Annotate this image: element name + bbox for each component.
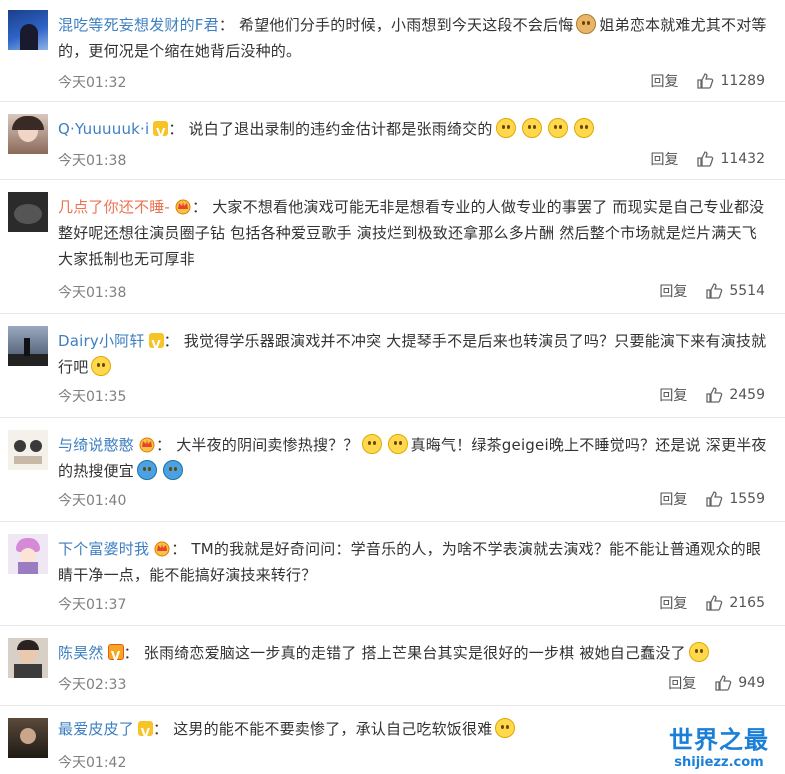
comment-time: 今天01:37 (58, 597, 127, 613)
comment-time: 今天01:38 (58, 153, 127, 169)
reply-button[interactable]: 回复 (659, 385, 687, 405)
avatar[interactable] (8, 430, 48, 470)
thinking-emoji-icon (91, 356, 112, 376)
verified-badge-icon (148, 332, 164, 358)
avatar[interactable] (8, 10, 48, 50)
thumbs-up-icon (697, 73, 714, 89)
thinking-emoji-icon (521, 118, 542, 138)
crown-badge-icon (154, 541, 170, 557)
comment-text: 几点了你还不睡-： 大家不想看他演戏可能无非是想看专业的人做专业的事罢了 而现实… (58, 198, 765, 268)
like-count: 11289 (720, 73, 765, 89)
like-count: 5514 (729, 283, 765, 299)
watermark-logo: 世界之最 shijiezz.com (659, 720, 779, 770)
like-button[interactable]: 949 (714, 674, 765, 692)
comment-actions: 回复 11432 (650, 149, 765, 169)
username-link[interactable]: 最爱皮皮了 (58, 720, 134, 738)
comment-text: 下个富婆时我： TM的我就是好奇问问：学音乐的人，为啥不学表演就去演戏？能不能让… (58, 540, 762, 584)
reply-button[interactable]: 回复 (650, 149, 678, 169)
thumbs-up-icon (697, 151, 714, 167)
thumbs-up-icon (706, 595, 723, 611)
comment-time: 今天01:35 (58, 389, 127, 405)
username-link[interactable]: Dairy小阿轩 (58, 332, 145, 350)
dog-emoji-icon (576, 14, 597, 34)
comment-actions: 回复 949 (668, 673, 765, 693)
verified-badge-icon (153, 120, 169, 146)
avatar[interactable] (8, 718, 48, 758)
comment-actions: 回复 2165 (659, 593, 765, 613)
thinking-emoji-icon (573, 118, 594, 138)
like-count: 949 (738, 675, 765, 691)
thinking-emoji-icon (361, 434, 382, 454)
username-link[interactable]: 与绮说憨憨 (58, 436, 134, 454)
watermark-url: shijiezz.com (674, 755, 764, 770)
avatar[interactable] (8, 114, 48, 154)
like-button[interactable]: 5514 (705, 282, 765, 300)
comment-actions: 回复 5514 (659, 281, 765, 301)
crying-emoji-icon (688, 642, 709, 662)
comment-time: 今天02:33 (58, 677, 127, 693)
watermark-title: 世界之最 (669, 726, 769, 754)
verified-badge-icon (138, 720, 154, 746)
username-link[interactable]: Q·Yuuuuuk·i (58, 120, 149, 138)
reply-button[interactable]: 回复 (650, 71, 678, 91)
like-button[interactable]: 2459 (705, 386, 765, 404)
comment-text: 陈昊然： 张雨绮恋爱脑这一步真的走错了 搭上芒果台其实是很好的一步棋 被她自己蠢… (58, 640, 775, 669)
username-link[interactable]: 下个富婆时我 (58, 540, 149, 558)
like-button[interactable]: 1559 (705, 490, 765, 508)
like-count: 2459 (729, 387, 765, 403)
comment-actions: 回复 1559 (659, 489, 765, 509)
thinking-emoji-icon (547, 118, 568, 138)
crown-badge-icon (139, 437, 155, 453)
comment-text: 与绮说憨憨： 大半夜的阴间卖惨热搜？？ 真晦气！绿茶geigei晚上不睡觉吗？还是… (58, 434, 767, 480)
like-button[interactable]: 2165 (705, 594, 765, 612)
thumbs-up-icon (706, 491, 723, 507)
thumbs-up-icon (706, 387, 723, 403)
avatar[interactable] (8, 638, 48, 678)
doraemon-emoji-icon (137, 460, 158, 480)
doraemon-emoji-icon (163, 460, 184, 480)
comment-item: 下个富婆时我： TM的我就是好奇问问：学音乐的人，为啥不学表演就去演戏？能不能让… (0, 522, 785, 626)
reply-button[interactable]: 回复 (668, 673, 696, 693)
like-button[interactable]: 11432 (696, 150, 765, 168)
reply-button[interactable]: 回复 (659, 281, 687, 301)
comment-item: 与绮说憨憨： 大半夜的阴间卖惨热搜？？ 真晦气！绿茶geigei晚上不睡觉吗？还是… (0, 418, 785, 522)
thumbs-up-icon (706, 283, 723, 299)
comment-item: Q·Yuuuuuk·i： 说白了退出录制的违约金估计都是张雨绮交的 今天01:3… (0, 102, 785, 180)
comment-time: 今天01:32 (58, 75, 127, 91)
reply-button[interactable]: 回复 (659, 489, 687, 509)
like-count: 2165 (729, 595, 765, 611)
comment-time: 今天01:38 (58, 285, 127, 301)
comment-actions: 回复 11289 (650, 71, 765, 91)
username-link[interactable]: 几点了你还不睡- (58, 198, 170, 216)
comment-text: Q·Yuuuuuk·i： 说白了退出录制的违约金估计都是张雨绮交的 (58, 116, 775, 146)
thinking-emoji-icon (495, 118, 516, 138)
like-count: 1559 (729, 491, 765, 507)
avatar[interactable] (8, 534, 48, 574)
crown-badge-icon (175, 199, 191, 215)
avatar[interactable] (8, 192, 48, 232)
comment-item: Dairy小阿轩： 我觉得学乐器跟演戏并不冲突 大提琴手不是后来也转演员了吗？只… (0, 314, 785, 418)
comment-time: 今天01:42 (58, 755, 127, 771)
verified-badge-icon (107, 643, 124, 669)
comment-item: 几点了你还不睡-： 大家不想看他演戏可能无非是想看专业的人做专业的事罢了 而现实… (0, 180, 785, 314)
reply-button[interactable]: 回复 (659, 593, 687, 613)
comment-text: 混吃等死妄想发财的F君： 希望他们分手的时候，小雨想到今天这段不会后悔 姐弟恋本就… (58, 14, 767, 60)
comment-text: Dairy小阿轩： 我觉得学乐器跟演戏并不冲突 大提琴手不是后来也转演员了吗？只… (58, 328, 775, 380)
comment-time: 今天01:40 (58, 493, 127, 509)
comment-actions: 回复 2459 (659, 385, 765, 405)
smirk-emoji-icon (495, 718, 516, 738)
like-button[interactable]: 11289 (696, 72, 765, 90)
username-link[interactable]: 陈昊然 (58, 644, 104, 662)
comment-item: 陈昊然： 张雨绮恋爱脑这一步真的走错了 搭上芒果台其实是很好的一步棋 被她自己蠢… (0, 626, 785, 706)
thinking-emoji-icon (387, 434, 408, 454)
like-count: 11432 (720, 151, 765, 167)
thumbs-up-icon (715, 675, 732, 691)
comment-item: 混吃等死妄想发财的F君： 希望他们分手的时候，小雨想到今天这段不会后悔 姐弟恋本就… (0, 0, 785, 102)
username-link[interactable]: 混吃等死妄想发财的F君 (58, 16, 219, 34)
avatar[interactable] (8, 326, 48, 366)
